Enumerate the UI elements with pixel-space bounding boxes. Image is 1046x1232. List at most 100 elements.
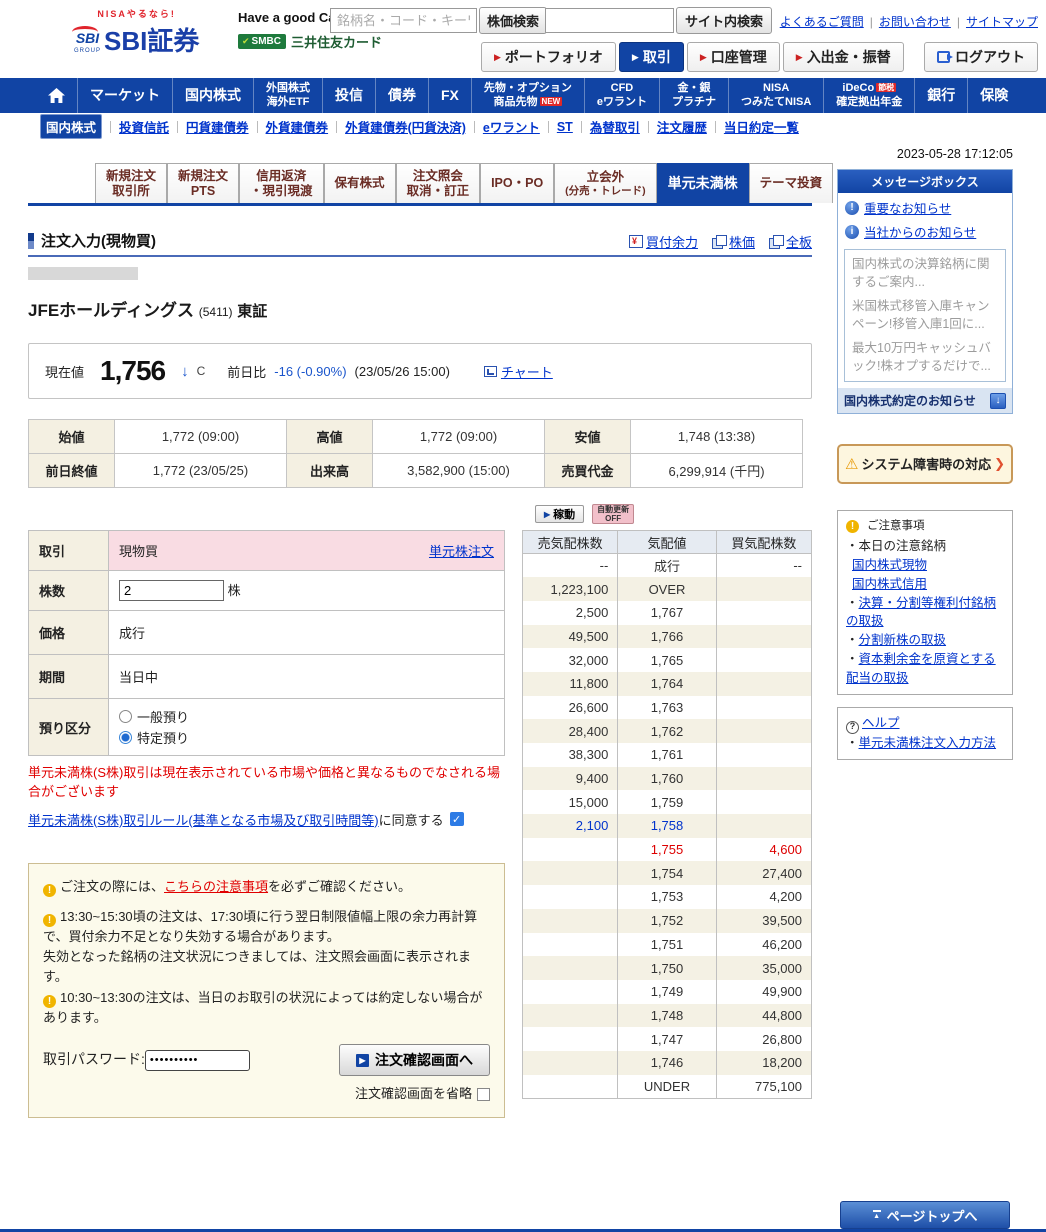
subnav-item-5[interactable]: eワラント <box>483 117 540 136</box>
order-tab-0[interactable]: 新規注文 取引所 <box>95 163 168 203</box>
caution-items-link[interactable]: こちらの注意事項 <box>164 879 268 894</box>
list-item[interactable]: 最大10万円キャッシュバック!株オプするだけで... <box>852 340 998 375</box>
nav-item-4[interactable]: 投信 <box>322 78 375 113</box>
site-search-button[interactable]: サイト内検索 <box>676 7 773 34</box>
book-price-cell[interactable]: 1,747 <box>617 1027 717 1051</box>
book-price-cell[interactable]: 1,754 <box>617 861 717 886</box>
subnav-item-4[interactable]: 外貨建債券(円貨決済) <box>345 117 466 136</box>
help-link[interactable]: ヘルプ <box>862 716 900 730</box>
nav-item-11[interactable]: iDeCo 節税 確定拠出年金 <box>823 78 914 113</box>
nav-item-6[interactable]: FX <box>428 78 471 113</box>
book-price-cell[interactable]: 1,752 <box>617 908 717 933</box>
stock-search-input[interactable] <box>330 8 477 33</box>
sitemap-link[interactable]: サイトマップ <box>966 13 1038 30</box>
nav-item-7[interactable]: 先物・オプション 商品先物 NEW <box>470 78 584 113</box>
down-arrow-icon[interactable]: ↓ <box>990 392 1006 409</box>
logout-button[interactable]: ログアウト <box>924 42 1038 72</box>
nav-item-home[interactable] <box>36 78 77 113</box>
nav-item-2[interactable]: 国内株式 <box>172 78 253 113</box>
list-item[interactable]: 米国株式移管入庫キャンペーン!移管入庫1回に... <box>852 298 998 333</box>
order-tab-8[interactable]: テーマ投資 <box>748 163 834 203</box>
deposit-option-general[interactable]: 一般預り <box>119 707 494 726</box>
nav-item-12[interactable]: 銀行 <box>914 78 967 113</box>
deposit-option-specific[interactable]: 特定預り <box>119 728 494 747</box>
order-tab-2[interactable]: 信用返済 ・現引現渡 <box>239 163 324 203</box>
full-board-link[interactable]: 全板 <box>786 232 812 251</box>
domestic-margin-link[interactable]: 国内株式信用 <box>846 575 1004 594</box>
company-notice-link[interactable]: 当社からのお知らせ <box>864 222 976 241</box>
book-price-cell[interactable]: 1,753 <box>617 885 717 909</box>
book-price-cell[interactable]: 1,760 <box>617 766 717 791</box>
system-failure-button[interactable]: ⚠ システム障害時の対応 ❯ <box>837 444 1013 484</box>
tab-deposit[interactable]: ▶ 入出金・振替 <box>782 42 904 72</box>
capital-surplus-link[interactable]: 資本剰余金を原資とする配当の取扱 <box>846 652 996 685</box>
book-price-cell[interactable]: 1,761 <box>617 743 717 767</box>
book-price-cell[interactable]: 1,750 <box>617 956 717 980</box>
domestic-cash-link[interactable]: 国内株式現物 <box>846 556 1004 575</box>
order-confirm-button[interactable]: ▶ 注文確認画面へ <box>339 1044 490 1076</box>
auto-update-off-button[interactable]: 自動更新 OFF <box>592 504 635 524</box>
subnav-item-3[interactable]: 外貨建債券 <box>266 117 329 136</box>
sbi-logo[interactable]: NISAやるなら! SBI GROUP SBI証券 <box>71 7 199 58</box>
faq-link[interactable]: よくあるご質問 <box>780 13 864 30</box>
book-price-cell[interactable]: 1,746 <box>617 1050 717 1075</box>
book-price-cell[interactable]: 1,758 <box>617 814 717 838</box>
book-price-cell[interactable]: 1,765 <box>617 648 717 672</box>
nav-item-9[interactable]: 金・銀 プラチナ <box>659 78 728 113</box>
nav-item-10[interactable]: NISA つみたてNISA <box>728 78 823 113</box>
execution-notice-footer[interactable]: 国内株式約定のお知らせ ↓ <box>838 388 1012 413</box>
book-price-cell[interactable]: 1,764 <box>617 671 717 696</box>
subnav-item-0[interactable]: 国内株式 <box>40 114 103 139</box>
book-price-cell[interactable]: 1,748 <box>617 1003 717 1028</box>
order-input-help-link[interactable]: 単元未満株注文入力方法 <box>859 736 997 750</box>
subnav-item-1[interactable]: 投資信託 <box>119 117 169 136</box>
stock-price-link[interactable]: 株価 <box>729 232 755 251</box>
nav-item-3[interactable]: 外国株式 海外ETF <box>253 78 322 113</box>
subnav-item-8[interactable]: 注文履歴 <box>657 117 707 136</box>
book-price-cell[interactable]: 1,766 <box>617 624 717 649</box>
unit-share-order-link[interactable]: 単元株注文 <box>429 541 494 560</box>
split-shares-link[interactable]: 分割新株の取扱 <box>859 633 947 647</box>
book-price-cell[interactable]: 1,755 <box>617 837 717 862</box>
order-tab-3[interactable]: 保有株式 <box>323 163 396 203</box>
book-price-cell[interactable]: 1,763 <box>617 695 717 720</box>
nav-item-1[interactable]: マーケット <box>77 78 172 113</box>
skip-confirm-checkbox[interactable] <box>477 1087 490 1101</box>
book-price-cell[interactable]: 1,767 <box>617 600 717 625</box>
order-tab-5[interactable]: IPO・PO <box>480 163 555 203</box>
book-price-cell[interactable]: 1,759 <box>617 790 717 815</box>
trade-rules-link[interactable]: 単元未満株(S株)取引ルール(基準となる市場及び取引時間等) <box>28 810 379 829</box>
book-price-cell[interactable]: 成行 <box>617 553 717 578</box>
list-item[interactable]: 国内株式の決算銘柄に関するご案内... <box>852 256 998 291</box>
order-tab-4[interactable]: 注文照会 取消・訂正 <box>395 163 481 203</box>
book-price-cell[interactable]: UNDER <box>617 1074 717 1099</box>
important-notice-link[interactable]: 重要なお知らせ <box>864 198 951 217</box>
buying-power-link[interactable]: 買付余力 <box>646 232 698 251</box>
book-price-cell[interactable]: 1,762 <box>617 719 717 743</box>
site-search-input[interactable] <box>545 8 674 33</box>
order-tab-7[interactable]: 単元未満株 <box>656 163 749 203</box>
contact-link[interactable]: お問い合わせ <box>879 13 951 30</box>
tab-trade[interactable]: ▶ 取引 <box>618 42 684 72</box>
order-tab-1[interactable]: 新規注文 PTS <box>167 163 240 203</box>
tab-portfolio[interactable]: ▶ ポートフォリオ <box>481 42 616 72</box>
nav-item-5[interactable]: 債券 <box>375 78 428 113</box>
tab-account[interactable]: ▶ 口座管理 <box>686 42 780 72</box>
nav-item-8[interactable]: CFD eワラント <box>583 78 659 113</box>
book-price-cell[interactable]: 1,749 <box>617 979 717 1004</box>
quantity-input[interactable] <box>119 580 224 601</box>
subnav-item-2[interactable]: 円貨建債券 <box>186 117 249 136</box>
book-price-cell[interactable]: 1,751 <box>617 932 717 957</box>
subnav-item-9[interactable]: 当日約定一覧 <box>724 117 799 136</box>
subnav-item-6[interactable]: ST <box>557 120 573 134</box>
order-tab-6[interactable]: 立会外 (分売・トレード) <box>554 163 657 203</box>
trade-password-input[interactable] <box>144 1049 250 1071</box>
nav-item-13[interactable]: 保険 <box>967 78 1020 113</box>
run-button[interactable]: ▶ 稼動 <box>535 505 585 523</box>
book-price-cell[interactable]: OVER <box>617 577 717 601</box>
page-top-button[interactable]: ▲ ページトップへ <box>840 1201 1010 1229</box>
stock-search-button[interactable]: 株価検索 <box>479 7 548 34</box>
rights-handling-link[interactable]: 決算・分割等権利付銘柄の取扱 <box>846 596 996 629</box>
agree-checkbox-checked[interactable]: ✓ <box>449 812 464 827</box>
subnav-item-7[interactable]: 為替取引 <box>590 117 640 136</box>
